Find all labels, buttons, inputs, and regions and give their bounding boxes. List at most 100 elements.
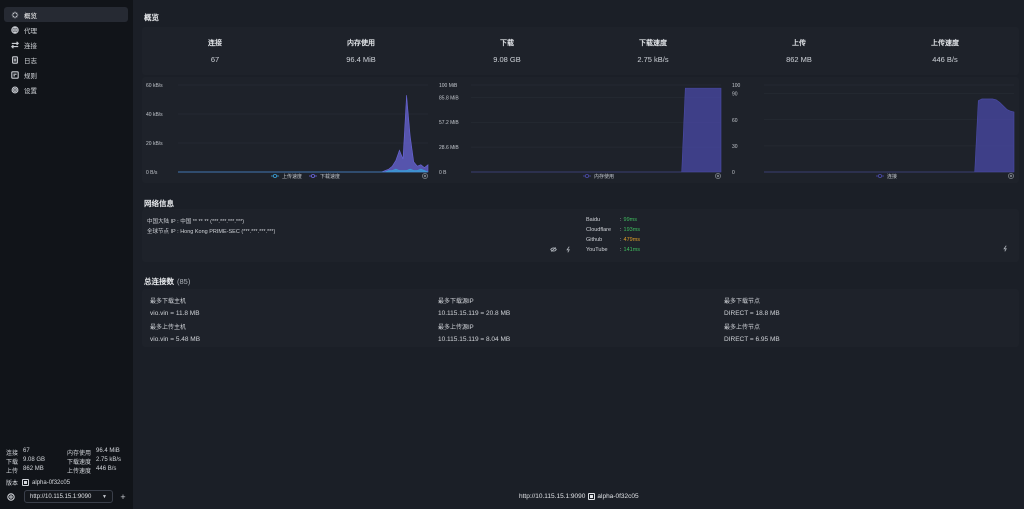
y-tick-label: 100 MiB: [439, 83, 458, 89]
metric-download-speed: 下载速度 2.75 kB/s: [580, 27, 726, 64]
legend-label: 连接: [887, 173, 897, 180]
nav-item-settings[interactable]: 设置: [4, 82, 128, 97]
version-info: 版本 alpha-0f32c05: [6, 478, 70, 487]
refresh-latency-icon[interactable]: [1002, 245, 1009, 252]
top-download-node: 最多下载节点 DIRECT = 18.8 MB: [724, 299, 780, 317]
chart-settings-icon[interactable]: [422, 173, 428, 179]
nav-label: 代理: [24, 27, 37, 35]
legend-marker: [877, 174, 882, 179]
backend-select-value: http://10.115.15.1:9090: [30, 493, 92, 500]
nav-label: 概览: [24, 12, 37, 20]
hide-ip-icon[interactable]: [550, 246, 557, 253]
stat-value: 67: [23, 448, 30, 454]
nav-menu: 概览 代理 连接 日志 规则 设置: [4, 7, 128, 97]
connections-title-text: 总连接数: [144, 277, 174, 286]
add-backend-button[interactable]: +: [119, 492, 127, 502]
chevron-down-icon: ▼: [102, 493, 107, 500]
chart-svg: 100 MiB 85.8 MiB 57.2 MiB 28.6 MiB 0 B 内存使用: [439, 83, 722, 180]
top-upload-host: 最多上传主机 vio.vin = 5.48 MB: [150, 325, 201, 343]
chart-svg: 60 kB/s 40 kB/s 20 kB/s 0 B/s 上传速度 下载速度: [146, 83, 429, 180]
stat-label: 上传速度: [67, 469, 92, 475]
nav-label: 日志: [24, 57, 37, 65]
network-title: 网络信息: [144, 199, 174, 208]
metric-label: 下载速度: [639, 40, 667, 47]
top-download-source-ip: 最多下载源IP 10.115.15.119 = 20.8 MB: [438, 299, 511, 317]
memory-chart: 100 MiB 85.8 MiB 57.2 MiB 28.6 MiB 0 B 内存使用: [435, 77, 725, 183]
legend-label: 内存使用: [594, 173, 614, 180]
sidebar-stats: 连接 67 内存使用 96.4 MiB 下载 9.08 GB 下载速度 2.75 kB/…: [6, 448, 128, 475]
y-tick-label: 60 kB/s: [146, 83, 163, 89]
stat-label: 连接: [6, 451, 19, 457]
chart-svg: 100 90 60 30 0 连接: [732, 83, 1015, 180]
backend-select[interactable]: http://10.115.15.1:9090 ▼: [24, 490, 113, 503]
rules-icon: [10, 70, 19, 79]
y-tick-label: 30: [732, 144, 738, 150]
top-upload-source-ip: 最多上传源IP 10.115.15.119 = 8.04 MB: [438, 325, 511, 343]
y-tick-label: 57.2 MiB: [439, 120, 459, 126]
nav-label: 连接: [24, 42, 37, 50]
connections-panel: 最多下载主机 vio.vin = 11.8 MB 最多下载源IP 10.115.15…: [142, 289, 1019, 347]
metric-value: 67: [210, 55, 220, 64]
refresh-ip-icon[interactable]: [565, 246, 572, 253]
traffic-chart: 60 kB/s 40 kB/s 20 kB/s 0 B/s 上传速度 下载速度: [142, 77, 432, 183]
metrics-panel: 连接 67 内存使用 96.4 MiB 下载 9.08 GB 下载速度 2.75…: [142, 27, 1019, 75]
version-logo-icon: [588, 493, 596, 500]
stat-label: 上传: [6, 469, 19, 475]
footer-backend: http://10.115.15.1:9090: [519, 493, 586, 500]
top-upload-node: 最多上传节点 DIRECT = 6.95 MB: [724, 325, 780, 343]
y-tick-label: 28.6 MiB: [439, 145, 459, 151]
series-area-连接: [764, 98, 1015, 173]
nav-item-connections[interactable]: 连接: [4, 37, 128, 52]
nav-item-overview[interactable]: 概览: [4, 7, 128, 22]
y-tick-label: 60: [732, 118, 738, 124]
nav-item-logs[interactable]: 日志: [4, 52, 128, 67]
metric-value: 96.4 MiB: [346, 55, 376, 64]
metric-memory: 内存使用 96.4 MiB: [288, 27, 434, 64]
metric-upload: 上传 862 MB: [726, 27, 872, 64]
charts-panel: 60 kB/s 40 kB/s 20 kB/s 0 B/s 上传速度 下载速度 100 M…: [142, 77, 1019, 183]
y-tick-label: 90: [732, 92, 738, 98]
backend-row: http://10.115.15.1:9090 ▼ +: [6, 490, 127, 503]
metric-download: 下载 9.08 GB: [434, 27, 580, 64]
swap-icon: [10, 40, 19, 49]
metric-value: 2.75 kB/s: [637, 55, 669, 64]
top-download-host: 最多下载主机 vio.vin = 11.8 MB: [150, 299, 200, 317]
footer-backend-info: http://10.115.15.1:9090 alpha-0f32c05: [519, 493, 639, 500]
network-panel: 中国大陆 IP : 中国 ** ** ** (***.***.***.***) …: [142, 209, 1019, 262]
stat-value: 862 MB: [23, 466, 44, 472]
latency-youtube: YouTube:141ms: [586, 247, 641, 253]
legend-marker: [584, 174, 589, 179]
sidebar: 概览 代理 连接 日志 规则 设置 连接 67 内存使用 96.4 MiB 下载 9.: [0, 0, 133, 509]
series-area-下载速度: [178, 95, 429, 173]
y-tick-label: 0 B/s: [146, 170, 158, 176]
footer-version: alpha-0f32c05: [597, 493, 639, 500]
connections-title: 总连接数 (85): [144, 276, 190, 287]
mainland-ip: 中国大陆 IP : 中国 ** ** ** (***.***.***.***): [147, 219, 245, 225]
legend-marker: [310, 174, 315, 179]
chart-settings-icon[interactable]: [715, 173, 721, 179]
y-tick-label: 85.8 MiB: [439, 95, 459, 101]
global-ip: 全球节点 IP : Hong Kong PRIME-SEC (***.***.*…: [147, 229, 276, 235]
y-tick-label: 0 B: [439, 170, 447, 176]
metric-connections: 连接 67: [142, 27, 288, 64]
nav-item-rules[interactable]: 规则: [4, 67, 128, 82]
y-tick-label: 100: [732, 83, 741, 89]
latency-baidu: Baidu:99ms: [586, 217, 637, 223]
metric-value: 9.08 GB: [493, 55, 521, 64]
gear-icon: [10, 85, 19, 94]
version-value: alpha-0f32c05: [32, 479, 71, 486]
stat-value: 9.08 GB: [23, 457, 46, 463]
stat-label: 下载速度: [67, 460, 92, 466]
document-icon: [10, 55, 19, 64]
latency-cloudflare: Cloudflare:193ms: [586, 227, 641, 233]
metric-label: 上传速度: [931, 40, 959, 47]
nav-item-proxies[interactable]: 代理: [4, 22, 128, 37]
stat-value: 96.4 MiB: [96, 448, 120, 454]
nav-label: 设置: [24, 87, 37, 95]
version-logo-icon: [22, 479, 30, 486]
settings-circle-icon[interactable]: [6, 492, 16, 502]
metric-upload-speed: 上传速度 446 B/s: [872, 27, 1018, 64]
y-tick-label: 20 kB/s: [146, 141, 163, 147]
chart-settings-icon[interactable]: [1008, 173, 1014, 179]
y-tick-label: 0: [732, 170, 735, 176]
